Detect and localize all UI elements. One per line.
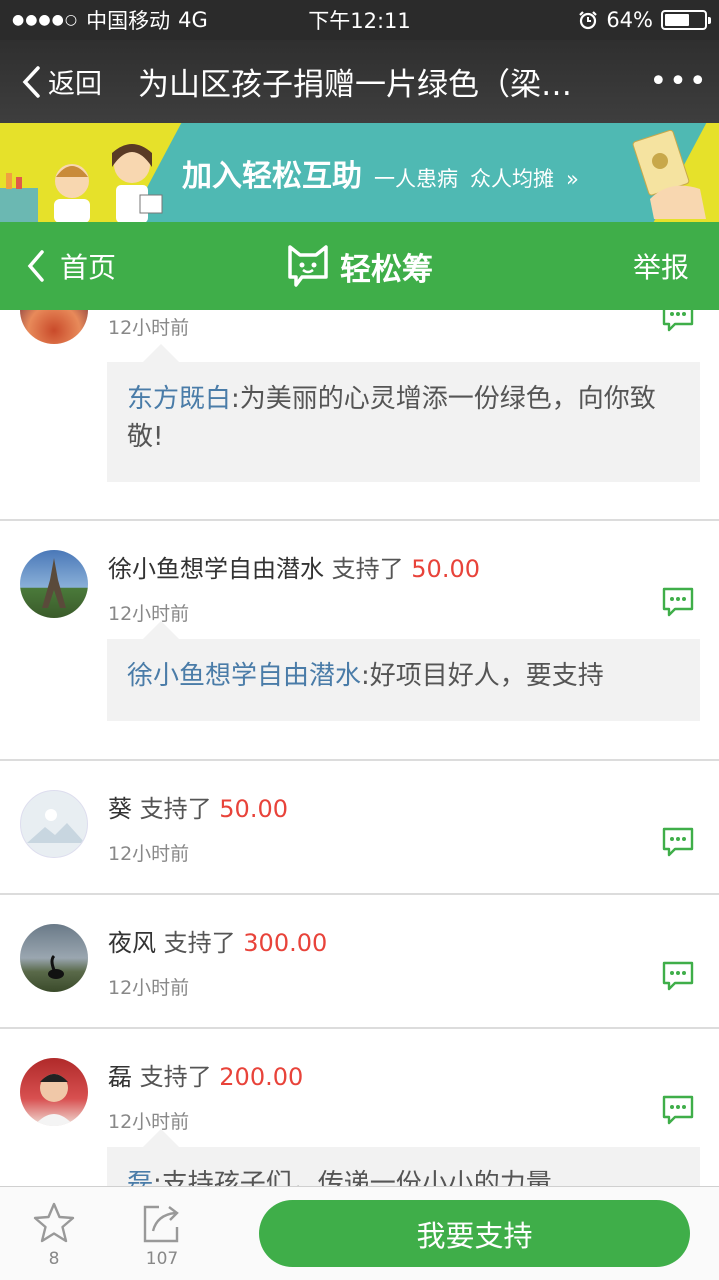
banner-sub-text-1: 一人患病	[374, 167, 458, 191]
cat-logo-icon	[288, 245, 328, 287]
support-amount: 50.00	[219, 795, 288, 823]
comment-bubble: 东方既白:为美丽的心灵增添一份绿色，向你致敬!	[107, 344, 700, 482]
supporter-line: 磊 支持了 200.00	[108, 1057, 303, 1092]
banner-main-text: 加入轻松互助	[182, 159, 362, 194]
bottom-action-bar: 8 107 我要支持	[0, 1186, 719, 1280]
support-amount: 300.00	[243, 929, 328, 957]
banner-text: 加入轻松互助 一人患病 众人均摊 »	[182, 151, 579, 195]
default-avatar-image	[27, 809, 85, 843]
comment-icon[interactable]	[662, 827, 694, 857]
carrier-label: 中国移动	[86, 9, 171, 33]
more-menu-button[interactable]: •••	[639, 64, 719, 99]
supporter-name[interactable]: 夜风	[108, 929, 156, 957]
supporter-name[interactable]: 葵	[108, 795, 132, 823]
list-item: 磊 支持了 200.00 12小时前 磊:支持孩子们，传递一份小小的力量	[0, 1029, 719, 1186]
comment-icon[interactable]	[662, 961, 694, 991]
comment-author[interactable]: 徐小鱼想学自由潜水	[127, 661, 361, 691]
app-header: 首页 轻松筹 举报	[0, 222, 719, 310]
supporter-line: 葵 支持了 50.00	[108, 789, 288, 824]
comment-icon[interactable]	[662, 310, 694, 332]
comment-text: 好项目好人，要支持	[369, 661, 604, 691]
status-bar: ●●●●○ 中国移动 4G 下午12:11 64%	[0, 0, 719, 40]
supporter-line: 夜风 支持了 300.00	[108, 923, 327, 958]
battery-icon	[661, 10, 711, 30]
signal-strength-icon: ●●●●○	[12, 12, 79, 28]
battery-percent: 64%	[606, 8, 653, 32]
comment-bubble: 徐小鱼想学自由潜水:好项目好人，要支持	[107, 621, 700, 721]
chevron-left-icon	[22, 65, 40, 98]
timestamp: 12小时前	[108, 843, 190, 865]
back-label: 返回	[48, 69, 102, 100]
avatar	[20, 310, 88, 344]
home-button[interactable]: 首页	[0, 246, 200, 286]
avatar	[20, 924, 88, 992]
support-verb: 支持了	[163, 929, 236, 957]
battery-level	[665, 14, 690, 26]
page-title: 为山区孩子捐赠一片绿色（梁…	[138, 67, 572, 103]
chevron-left-icon	[27, 250, 44, 282]
avatar	[20, 1058, 88, 1126]
money-hand-icon	[632, 129, 706, 219]
banner-sub-text-2: 众人均摊	[470, 167, 554, 191]
back-button[interactable]: 返回	[0, 62, 130, 101]
comment-author[interactable]: 东方既白	[127, 384, 231, 414]
brand-name: 轻松筹	[340, 251, 433, 288]
star-icon	[33, 1202, 75, 1243]
share-button[interactable]: 107	[132, 1201, 192, 1269]
list-item: 夜风 支持了 300.00 12小时前	[0, 895, 719, 1029]
network-label: 4G	[178, 8, 208, 32]
avatar	[20, 550, 88, 618]
person-photo-image	[34, 1074, 74, 1126]
favorites-count: 8	[48, 1249, 60, 1269]
alarm-icon	[579, 11, 598, 30]
supporter-feed: 12小时前 东方既白:为美丽的心灵增添一份绿色，向你致敬! 徐小鱼想学自由潜水 …	[0, 310, 719, 1186]
timestamp: 12小时前	[108, 977, 190, 999]
support-amount: 200.00	[219, 1063, 304, 1091]
comment-icon[interactable]	[662, 1095, 694, 1125]
banner-illustration-icon	[0, 144, 163, 222]
support-verb: 支持了	[331, 555, 404, 583]
list-item: 12小时前 东方既白:为美丽的心灵增添一份绿色，向你致敬!	[0, 310, 719, 521]
comment-text: 支持孩子们，传递一份小小的力量	[161, 1169, 552, 1186]
supporter-line: 徐小鱼想学自由潜水 支持了 50.00	[108, 549, 480, 584]
share-icon	[143, 1205, 179, 1243]
supporter-name[interactable]: 徐小鱼想学自由潜水	[108, 555, 324, 583]
support-verb: 支持了	[139, 1063, 212, 1091]
avatar	[20, 790, 88, 858]
comment-bubble: 磊:支持孩子们，传递一份小小的力量	[107, 1129, 700, 1186]
share-count: 107	[145, 1249, 179, 1269]
report-button[interactable]: 举报	[519, 246, 719, 286]
eiffel-tower-image	[42, 558, 66, 608]
double-chevron-icon: »	[566, 167, 579, 191]
page: ●●●●○ 中国移动 4G 下午12:11 64% 返回 为山区孩子捐赠一片绿色…	[0, 0, 719, 1280]
comment-author[interactable]: 磊	[127, 1169, 153, 1186]
list-item: 徐小鱼想学自由潜水 支持了 50.00 12小时前 徐小鱼想学自由潜水:好项目好…	[0, 521, 719, 761]
comment-icon[interactable]	[662, 587, 694, 617]
supporter-name[interactable]: 磊	[108, 1063, 132, 1091]
support-button[interactable]: 我要支持	[259, 1200, 690, 1267]
timestamp: 12小时前	[108, 317, 190, 339]
swan-image	[48, 954, 64, 979]
ad-banner[interactable]: 加入轻松互助 一人患病 众人均摊 »	[0, 123, 719, 222]
favorite-button[interactable]: 8	[24, 1201, 84, 1269]
wechat-nav-bar: 返回 为山区孩子捐赠一片绿色（梁… •••	[0, 40, 719, 123]
support-amount: 50.00	[411, 555, 480, 583]
support-verb: 支持了	[139, 795, 212, 823]
home-label: 首页	[60, 251, 117, 284]
brand-logo: 轻松筹	[200, 243, 519, 289]
list-item: 葵 支持了 50.00 12小时前	[0, 761, 719, 895]
